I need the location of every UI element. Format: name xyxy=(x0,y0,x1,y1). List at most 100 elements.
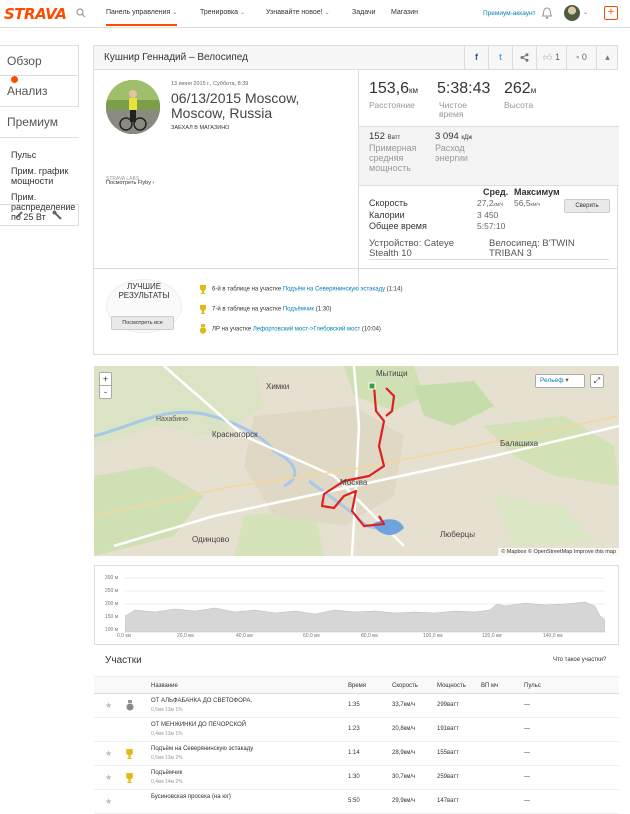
segment-name[interactable]: ОТ АЛЬФАБАНКА ДО СВЕТОФОРА. xyxy=(151,698,252,704)
elevation-x-tick: 60,0 км xyxy=(303,633,320,639)
star-icon[interactable]: ★ xyxy=(105,797,112,806)
segment-link[interactable]: Подъёмчик xyxy=(283,307,314,313)
speed-label: Скорость xyxy=(369,198,408,208)
elevation-x-tick: 120,0 км xyxy=(482,633,502,639)
table-row[interactable]: ★ Подъёмчик 0,4км 14м 2% 1:30 30,7км/ч 2… xyxy=(94,766,619,790)
sidebar-item-power-curve[interactable]: Прим. график мощности xyxy=(0,166,79,186)
column-header[interactable]: ВП мч xyxy=(481,683,498,689)
route-map[interactable]: Мытищи Химки Красногорск Балашиха Москва… xyxy=(94,366,619,556)
activity-header-title: Кушнир Геннадий – Велосипед xyxy=(104,52,248,63)
sidebar-tab-premium[interactable]: Премиум xyxy=(0,107,79,138)
segment-power: 147ватт xyxy=(437,798,459,804)
elevation-profile[interactable]: 300 м 250 м 200 м 150 м 100 м 0,0 км 20,… xyxy=(94,565,619,645)
table-row[interactable]: ★ Бусиновская просека (на юг) 5:50 29,9к… xyxy=(94,790,619,814)
segment-name[interactable]: ОТ МЕНЖИНКИ ДО ПЕЧОРСКОЙ xyxy=(151,722,246,728)
facebook-share-button[interactable]: f xyxy=(464,46,488,69)
star-icon[interactable]: ★ xyxy=(105,773,112,782)
calories-label: Калории xyxy=(369,210,405,220)
map-label: Одинцово xyxy=(192,535,230,544)
gold-trophy-icon xyxy=(124,748,135,761)
table-row[interactable]: ★ ОТ АЛЬФАБАНКА ДО СВЕТОФОРА. 0,5км 13м … xyxy=(94,694,619,718)
segments-help-link[interactable]: Что такое участки? xyxy=(553,657,606,663)
kudos-button[interactable]: 👍︎ 1 xyxy=(536,46,566,69)
nav-dashboard[interactable]: Панель управления ⌄ xyxy=(106,9,178,26)
segments-table: Название Время Скорость Мощность ВП мч П… xyxy=(94,676,619,814)
compare-button[interactable]: Сверить xyxy=(564,199,610,213)
segment-power: 191ватт xyxy=(437,726,459,732)
column-header[interactable]: Пульс xyxy=(524,683,541,689)
search-icon[interactable] xyxy=(76,8,86,18)
chevron-down-icon: ⌄ xyxy=(324,10,330,16)
column-header[interactable]: Скорость xyxy=(392,683,418,689)
table-row[interactable]: ★ Подъём на Северянинскую эстакаду 0,5км… xyxy=(94,742,619,766)
column-header[interactable]: Мощность xyxy=(437,683,466,689)
zoom-in-button[interactable]: + xyxy=(100,373,111,386)
fullscreen-button[interactable]: ⤢ xyxy=(590,374,604,388)
activity-card: Кушнир Геннадий – Велосипед f t 👍︎ 1 ▪ 0… xyxy=(93,45,619,355)
map-attribution[interactable]: © Mapbox © OpenStreetMap Improve this ma… xyxy=(498,548,619,556)
segment-name[interactable]: Подъём на Северянинскую эстакаду xyxy=(151,746,253,752)
premium-link[interactable]: Премиум-аккаунт xyxy=(483,10,536,17)
chevron-down-icon[interactable]: ⌄ xyxy=(583,9,588,16)
bell-icon[interactable] xyxy=(541,6,553,20)
achievement-row: ЛР на участке Лефортовский мост->Глебовс… xyxy=(198,324,381,334)
pencil-icon[interactable] xyxy=(14,210,24,220)
share-icon xyxy=(520,53,529,62)
upload-plus-button[interactable]: + xyxy=(604,6,618,20)
more-actions-button[interactable]: ▴ xyxy=(596,46,618,69)
zoom-out-button[interactable]: - xyxy=(100,386,111,398)
segment-time: 5:50 xyxy=(348,798,360,804)
nav-explore[interactable]: Узнавайте новое! ⌄ xyxy=(266,9,330,16)
segment-speed: 28,9км/ч xyxy=(392,750,416,756)
twitter-share-button[interactable]: t xyxy=(488,46,512,69)
star-icon[interactable]: ★ xyxy=(105,701,112,710)
elapsed-time-value: 5:57:10 xyxy=(477,221,506,231)
elevation-label: Высота xyxy=(504,100,534,110)
nav-challenges[interactable]: Задачи xyxy=(352,9,376,16)
sidebar: Обзор Анализ Премиум Пульс Прим. график … xyxy=(0,45,79,222)
segment-link[interactable]: Подъём на Северянинскую эстакаду xyxy=(283,287,385,293)
elapsed-time-label: Общее время xyxy=(369,221,427,231)
athlete-photo[interactable] xyxy=(106,80,160,134)
comments-button[interactable]: ▪ 0 xyxy=(566,46,596,69)
column-header[interactable]: Время xyxy=(348,683,366,689)
share-button[interactable] xyxy=(512,46,536,69)
segment-meta: 0,4км 13м 1% xyxy=(151,731,183,737)
chevron-right-icon: › xyxy=(152,180,155,186)
moving-time-label: Чистое время xyxy=(439,100,467,119)
medal-icon xyxy=(125,700,135,713)
segment-link[interactable]: Лефортовский мост->Глебовский мост xyxy=(253,327,360,333)
speed-avg: 27,2км/ч xyxy=(477,198,504,208)
view-all-button[interactable]: Посмотреть все xyxy=(111,316,174,330)
thumbs-up-icon: 👍︎ xyxy=(543,52,553,62)
star-icon[interactable]: ★ xyxy=(105,749,112,758)
activity-header: Кушнир Геннадий – Велосипед f t 👍︎ 1 ▪ 0… xyxy=(94,46,617,70)
elevation-value: 262м xyxy=(504,80,537,97)
sidebar-item-heartrate[interactable]: Пульс xyxy=(0,150,79,160)
wrench-icon[interactable] xyxy=(52,210,63,221)
flyby-link[interactable]: Посмотреть Flyby › xyxy=(106,180,154,186)
table-row[interactable]: ОТ МЕНЖИНКИ ДО ПЕЧОРСКОЙ 0,4км 13м 1% 1:… xyxy=(94,718,619,742)
segment-name[interactable]: Бусиновская просека (на юг) xyxy=(151,794,231,800)
strava-logo[interactable]: STRAVA xyxy=(4,5,67,23)
segment-power: 259ватт xyxy=(437,774,459,780)
segment-hr: — xyxy=(524,702,530,708)
map-label: Мытищи xyxy=(376,369,408,378)
map-layer-select[interactable]: Рельеф ▾ xyxy=(535,374,585,388)
segment-speed: 30,7км/ч xyxy=(392,774,416,780)
elevation-area xyxy=(125,577,605,633)
map-label: Химки xyxy=(266,382,290,391)
segment-hr: — xyxy=(524,750,530,756)
sidebar-tab-overview[interactable]: Обзор xyxy=(0,45,79,76)
gold-trophy-icon xyxy=(124,772,135,785)
top-navigation: STRAVA Панель управления ⌄ Тренировка ⌄ Уз… xyxy=(0,0,630,28)
segment-hr: — xyxy=(524,798,530,804)
energy-value: 3 094 кДж xyxy=(435,131,473,142)
segment-name[interactable]: Подъёмчик xyxy=(151,770,182,776)
gold-trophy-icon xyxy=(200,305,206,314)
activity-date: 13 июня 2015 г., Суббота, 8:39 xyxy=(171,81,249,87)
column-header[interactable]: Название xyxy=(151,683,178,689)
nav-store[interactable]: Магазин xyxy=(391,9,418,16)
nav-training[interactable]: Тренировка ⌄ xyxy=(200,9,245,16)
user-avatar[interactable] xyxy=(564,5,580,21)
